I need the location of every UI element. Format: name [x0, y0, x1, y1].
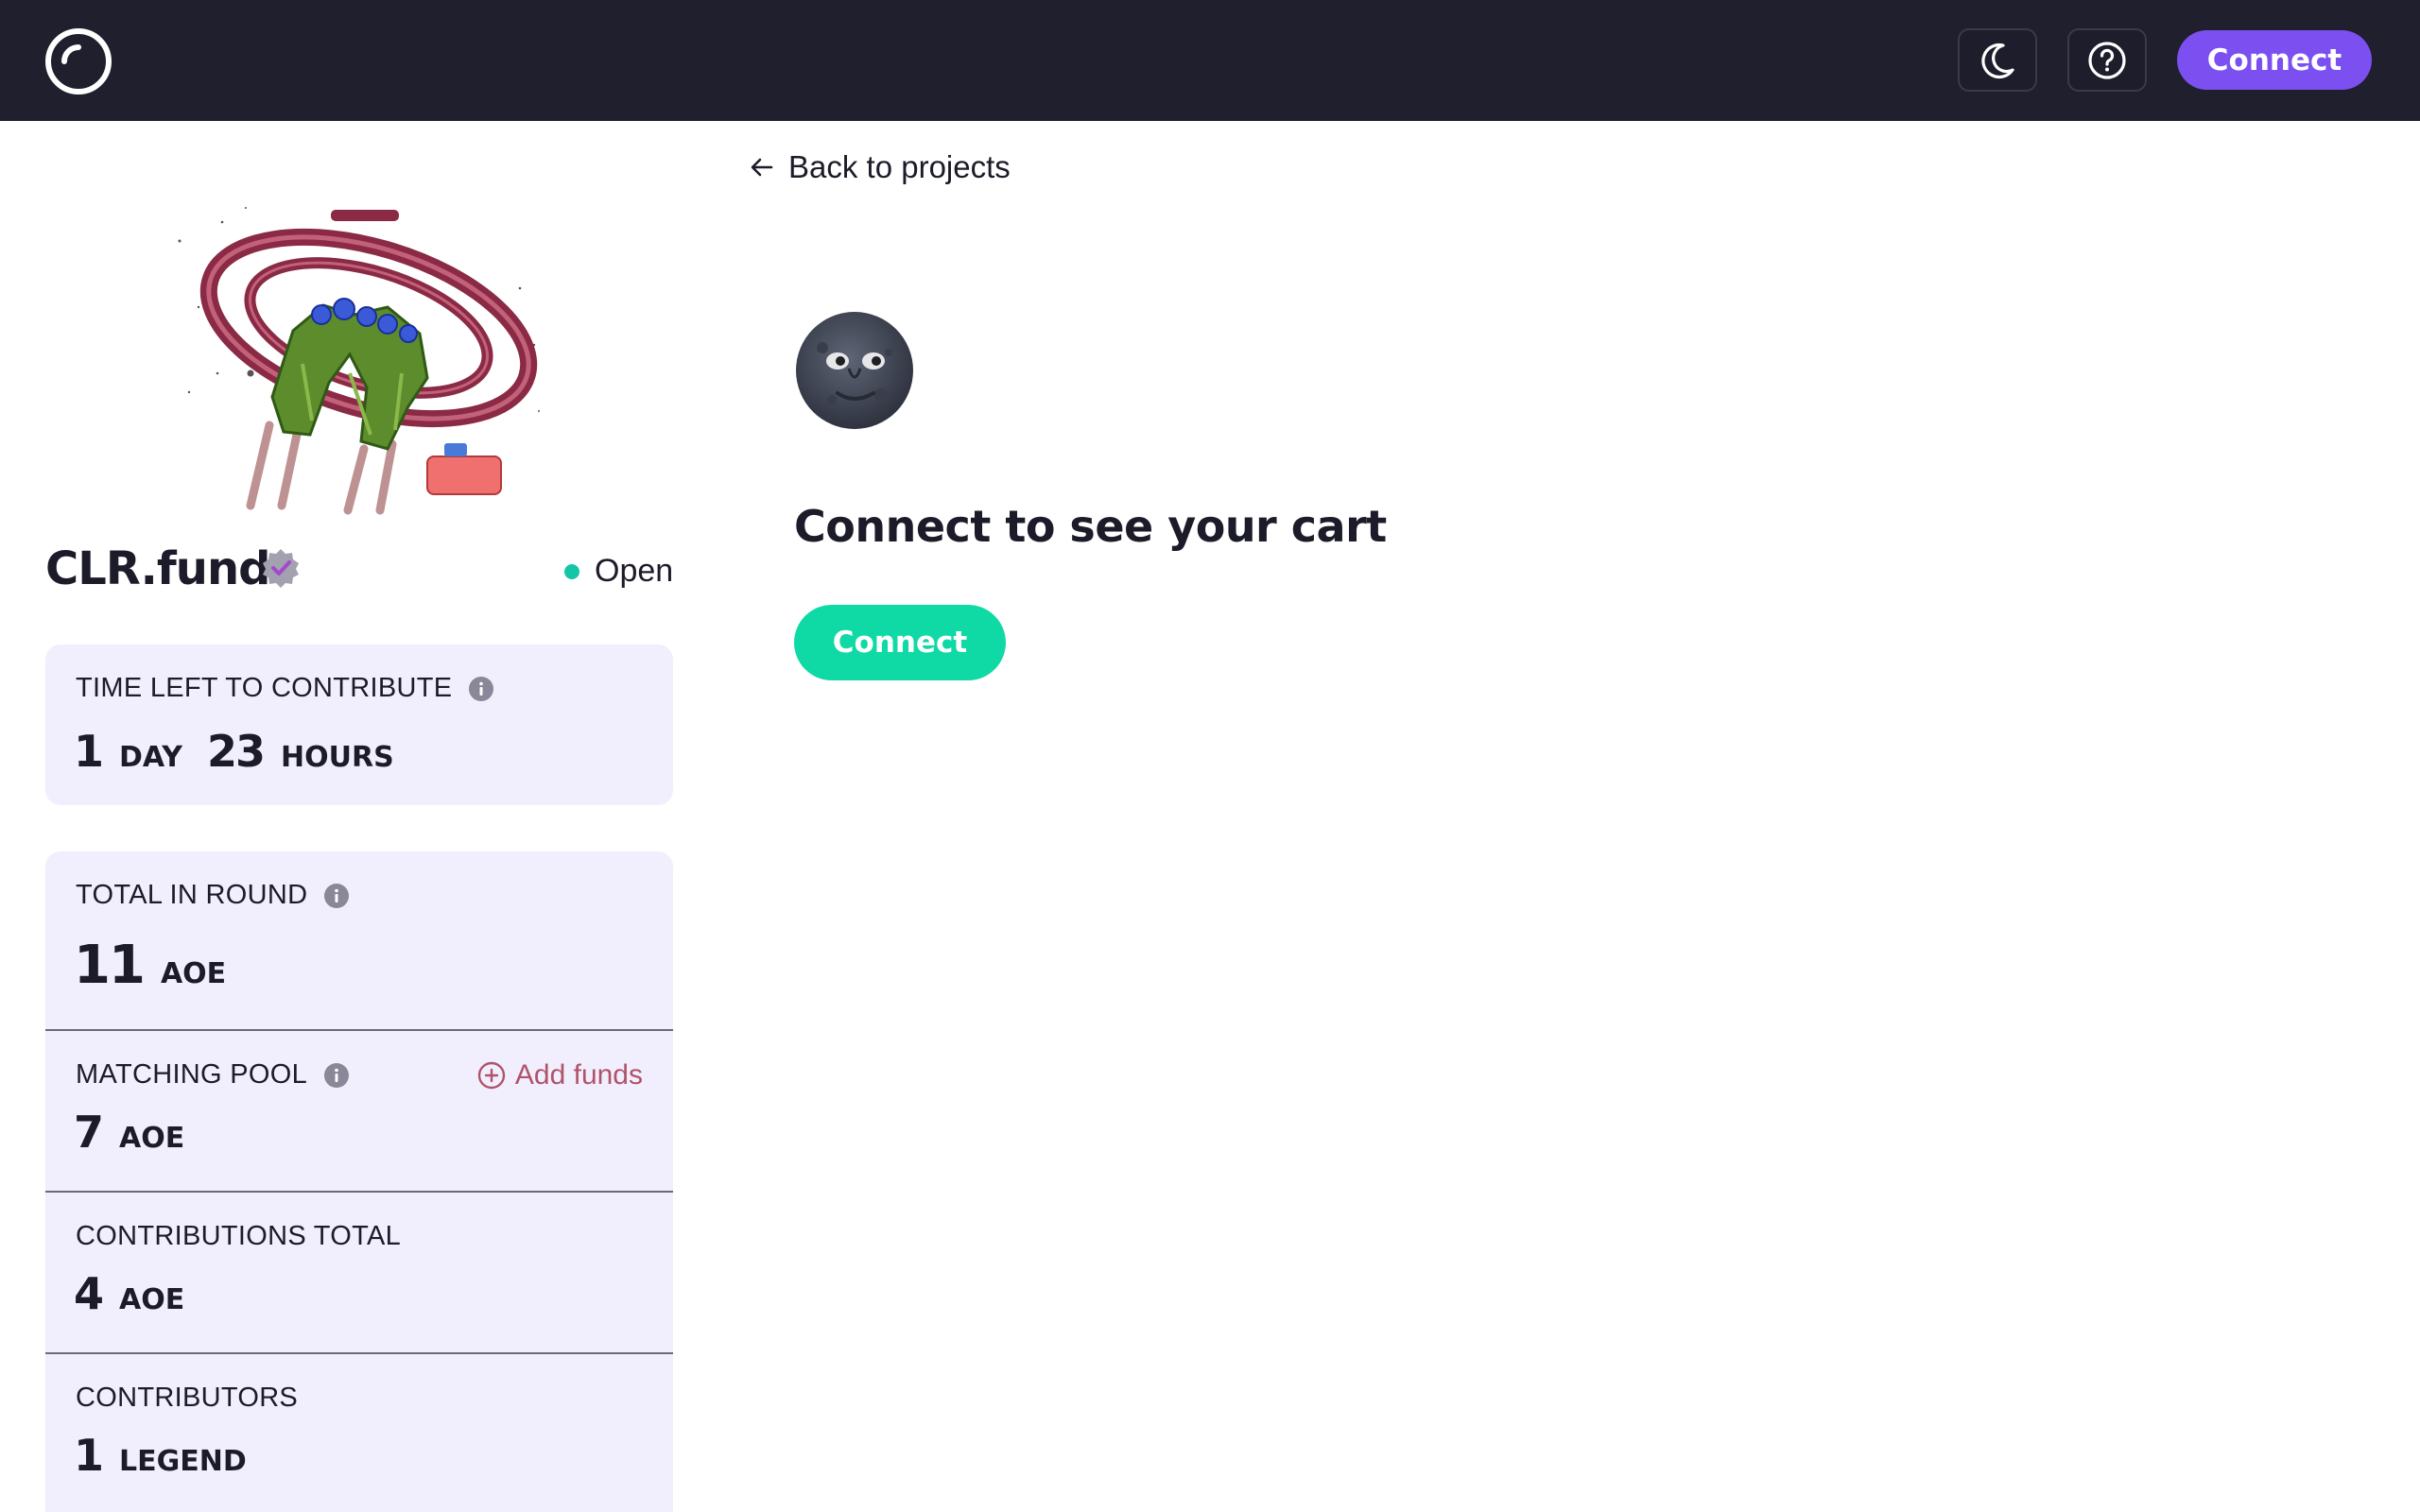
- time-left-label-row: TIME LEFT TO CONTRIBUTE: [76, 673, 494, 704]
- connect-button[interactable]: Connect: [794, 605, 1006, 680]
- status-dot-icon: [564, 563, 579, 579]
- clr-fund-logo-icon[interactable]: [43, 26, 113, 96]
- contributors-unit: LEGEND: [119, 1445, 247, 1478]
- info-icon[interactable]: [469, 676, 494, 701]
- total-in-round-unit: AOE: [160, 957, 227, 990]
- total-in-round-value-row: 11 AOE: [74, 935, 226, 996]
- matching-pool-card: MATCHING POOL Add funds 7 AOE: [45, 1031, 673, 1193]
- back-to-projects-link[interactable]: Back to projects: [749, 149, 1011, 185]
- time-left-value: 1 DAY 23 HOURS: [74, 726, 394, 777]
- arrow-left-icon: [751, 158, 773, 177]
- add-funds-label: Add funds: [514, 1059, 643, 1091]
- help-button[interactable]: [2067, 28, 2147, 92]
- matching-pool-unit: AOE: [119, 1122, 185, 1155]
- time-left-card: TIME LEFT TO CONTRIBUTE 1 DAY 23 HOURS: [45, 644, 673, 805]
- status-label: Open: [595, 553, 674, 589]
- matching-pool-value-row: 7 AOE: [74, 1107, 184, 1158]
- matching-pool-label-row: MATCHING POOL: [76, 1059, 350, 1091]
- cart-title: Connect to see your cart: [794, 501, 1387, 552]
- contributions-total-card: CONTRIBUTIONS TOTAL 4 AOE: [45, 1193, 673, 1354]
- info-icon[interactable]: [324, 1062, 350, 1088]
- total-in-round-value: 11: [74, 935, 146, 996]
- moon-icon: [1981, 43, 2014, 78]
- matching-pool-label: MATCHING POOL: [76, 1059, 308, 1090]
- contributors-label: CONTRIBUTORS: [76, 1383, 299, 1413]
- round-name: CLR.fund: [45, 542, 270, 595]
- plus-circle-icon: [477, 1061, 506, 1090]
- back-to-projects-label: Back to projects: [788, 149, 1011, 184]
- contributors-value: 1: [74, 1430, 104, 1481]
- round-status: Open: [564, 553, 673, 590]
- contributions-total-value-row: 4 AOE: [74, 1268, 184, 1319]
- days-value: 1: [74, 726, 104, 777]
- time-left-label: TIME LEFT TO CONTRIBUTE: [76, 673, 453, 703]
- contributions-total-value: 4: [74, 1268, 104, 1319]
- add-funds-link[interactable]: Add funds: [477, 1059, 643, 1091]
- connect-wallet-button[interactable]: Connect: [2177, 30, 2372, 90]
- hours-value: 23: [207, 726, 266, 777]
- total-in-round-label: TOTAL IN ROUND: [76, 880, 308, 910]
- top-bar: Connect: [0, 0, 2420, 121]
- total-in-round-label-row: TOTAL IN ROUND: [76, 880, 350, 911]
- contributors-value-row: 1 LEGEND: [74, 1430, 247, 1481]
- total-in-round-card: TOTAL IN ROUND 11 AOE: [45, 851, 673, 1031]
- new-moon-face-icon: [796, 312, 913, 429]
- round-illustration: [178, 207, 540, 515]
- contributors-card: CONTRIBUTORS 1 LEGEND: [45, 1354, 673, 1512]
- help-circle-icon: [2088, 41, 2126, 79]
- theme-toggle-button[interactable]: [1958, 28, 2037, 92]
- contributions-total-label: CONTRIBUTIONS TOTAL: [76, 1221, 402, 1251]
- contributions-total-unit: AOE: [119, 1283, 185, 1316]
- info-icon[interactable]: [324, 883, 350, 908]
- hours-unit: HOURS: [281, 741, 394, 774]
- days-unit: DAY: [119, 741, 182, 774]
- matching-pool-value: 7: [74, 1107, 104, 1158]
- verified-badge-icon: [263, 549, 299, 588]
